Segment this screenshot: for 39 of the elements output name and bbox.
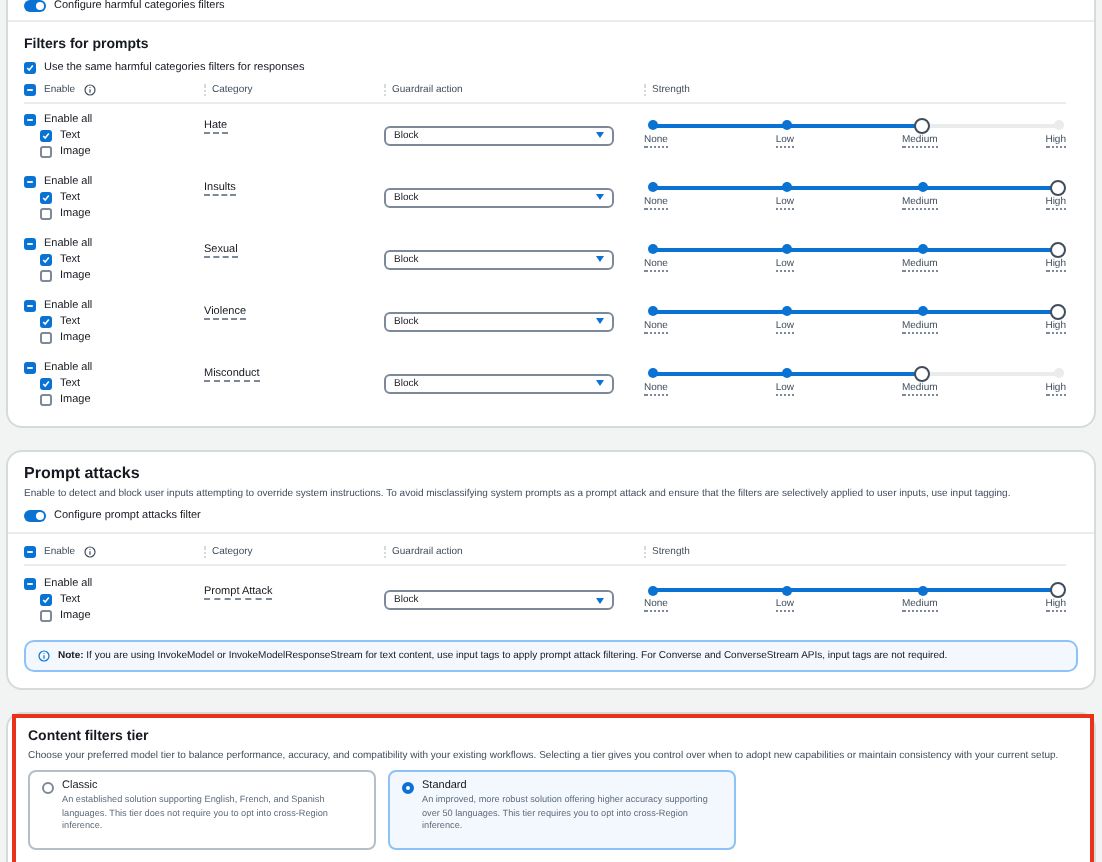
checkbox[interactable]: [40, 393, 52, 405]
checkbox[interactable]: [40, 145, 52, 157]
slider-thumb[interactable]: [1050, 303, 1066, 319]
checkbox[interactable]: [40, 610, 52, 622]
toggle-switch[interactable]: [24, 0, 46, 12]
checkbox[interactable]: [40, 331, 52, 343]
checkbox[interactable]: [40, 207, 52, 219]
checkbox[interactable]: [24, 299, 36, 311]
slider-thumb[interactable]: [914, 365, 931, 381]
checkbox[interactable]: [40, 594, 52, 606]
section-title: Prompt attacks: [24, 464, 142, 482]
caret-icon: [596, 597, 604, 603]
slider-thumb[interactable]: [914, 117, 931, 133]
checkbox[interactable]: [24, 175, 36, 187]
checkbox[interactable]: [24, 62, 36, 74]
checkbox[interactable]: [40, 129, 52, 141]
caret-icon: [596, 380, 604, 386]
toggle-switch[interactable]: [24, 509, 46, 521]
checkbox[interactable]: [24, 545, 36, 557]
checkbox[interactable]: [40, 253, 52, 265]
checkbox[interactable]: [24, 578, 36, 590]
checkbox[interactable]: [24, 84, 36, 96]
slider-thumb[interactable]: [1050, 582, 1066, 598]
checkbox[interactable]: [24, 237, 36, 249]
caret-icon: [596, 132, 604, 138]
checkbox[interactable]: [40, 269, 52, 281]
slider-thumb[interactable]: [1050, 241, 1066, 257]
caret-icon: [596, 194, 604, 200]
checkbox[interactable]: [24, 361, 36, 373]
info-icon: [83, 84, 96, 96]
checkbox[interactable]: [24, 113, 36, 125]
checkbox[interactable]: [40, 377, 52, 389]
caret-icon: [596, 318, 604, 324]
info-icon: [38, 649, 50, 661]
slider-thumb[interactable]: [1050, 179, 1066, 195]
info-icon: [83, 545, 96, 557]
checkbox[interactable]: [40, 191, 52, 203]
caret-icon: [596, 256, 604, 262]
checkbox[interactable]: [40, 315, 52, 327]
